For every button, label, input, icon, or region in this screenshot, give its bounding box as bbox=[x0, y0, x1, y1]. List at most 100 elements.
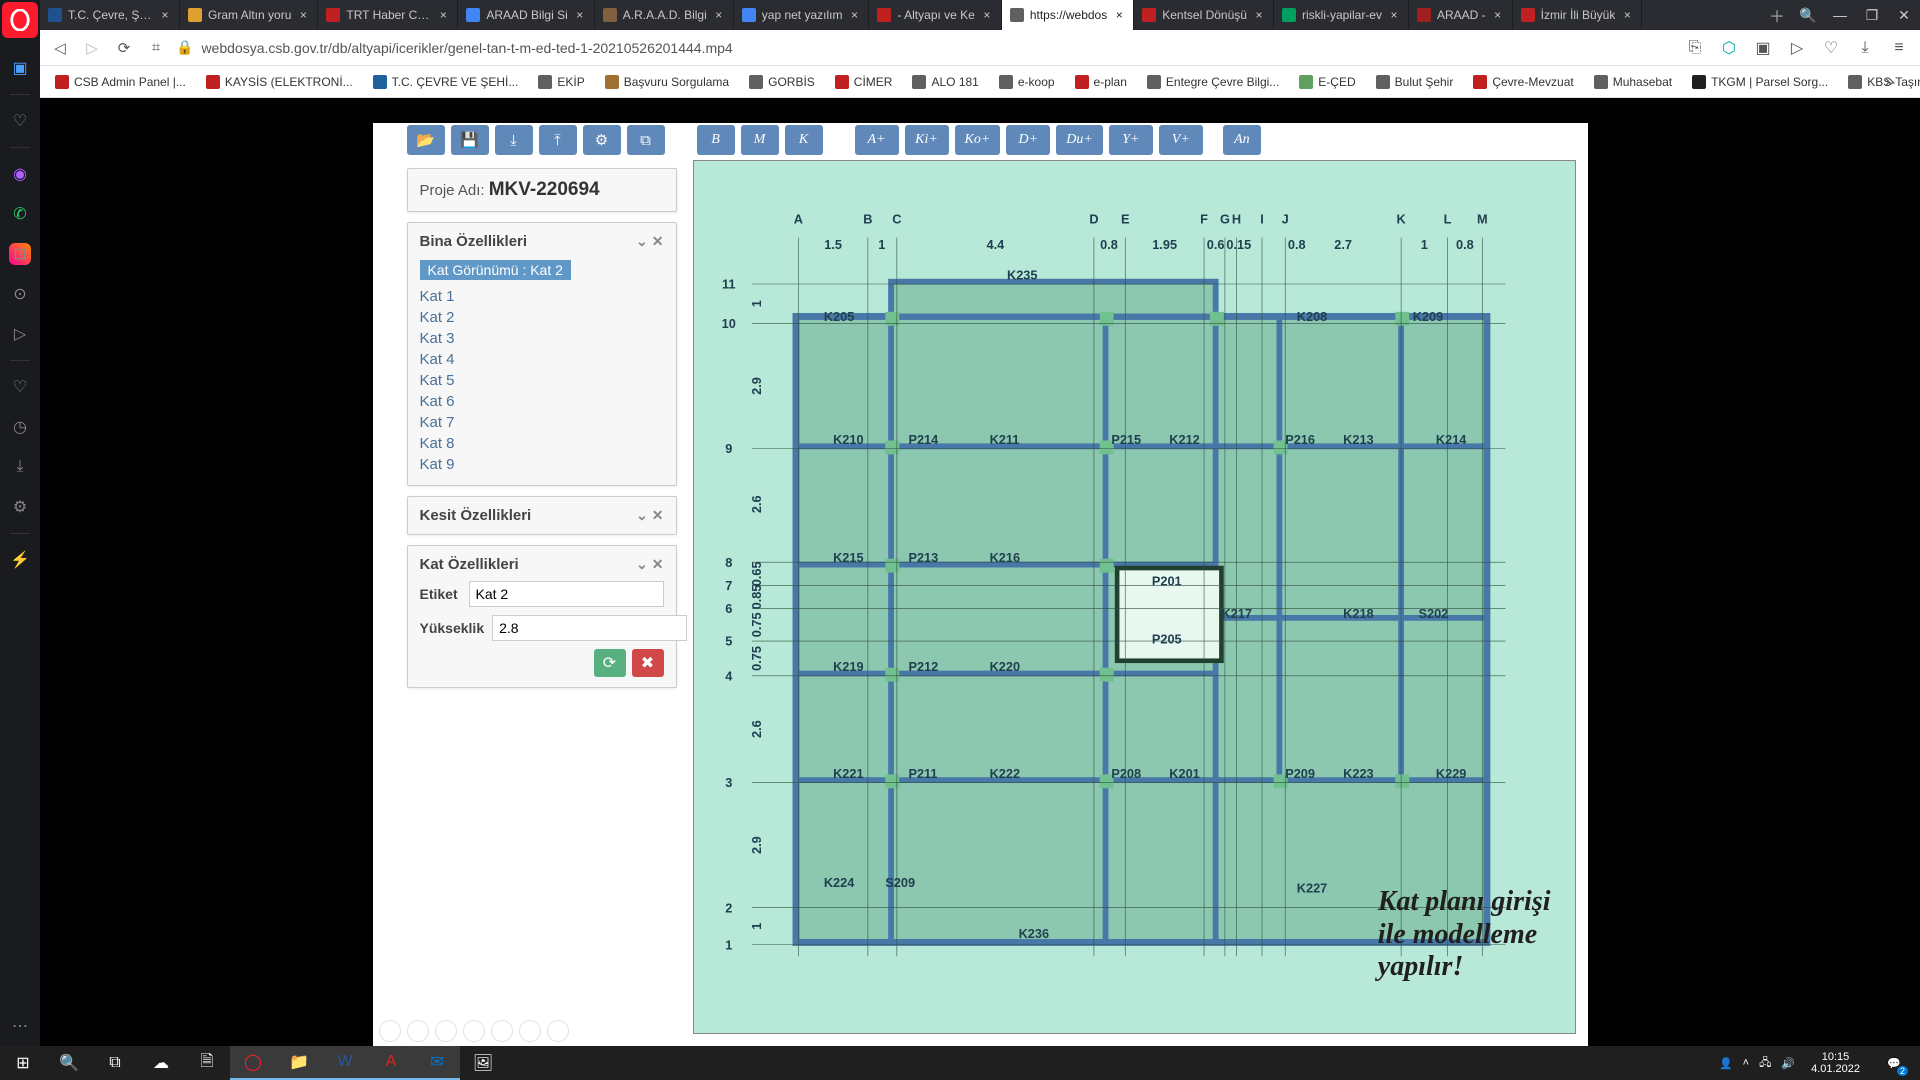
player-icon[interactable]: ⊙ bbox=[0, 274, 40, 314]
tool-button[interactable]: D+ bbox=[1006, 125, 1050, 155]
word-taskbar-icon[interactable]: W bbox=[322, 1046, 368, 1080]
browser-tab[interactable]: Gram Altın yoru× bbox=[180, 0, 318, 30]
bookmark-item[interactable]: e-plan bbox=[1068, 72, 1134, 92]
close-tab-icon[interactable]: × bbox=[1492, 9, 1504, 21]
pinboards-icon[interactable]: ♡ bbox=[0, 367, 40, 407]
open-icon[interactable]: 📂 bbox=[407, 125, 445, 155]
etiket-input[interactable] bbox=[469, 581, 664, 607]
bookmark-item[interactable]: KAYSİS (ELEKTRONİ... bbox=[199, 72, 360, 92]
yukseklik-input[interactable] bbox=[492, 615, 687, 641]
heart-icon[interactable]: ♡ bbox=[1818, 35, 1844, 61]
bookmark-item[interactable]: T.C. ÇEVRE VE ŞEHİ... bbox=[366, 72, 526, 92]
video-controls[interactable] bbox=[379, 1020, 569, 1042]
floor-item[interactable]: Kat 9 bbox=[420, 454, 664, 475]
minimize-button[interactable]: — bbox=[1824, 0, 1856, 30]
browser-tab[interactable]: İzmir İli Büyük× bbox=[1513, 0, 1643, 30]
messenger-icon[interactable]: ◉ bbox=[0, 154, 40, 194]
maximize-button[interactable]: ❐ bbox=[1856, 0, 1888, 30]
bookmark-item[interactable]: TKGM | Parsel Sorg... bbox=[1685, 72, 1835, 92]
bookmark-item[interactable]: CİMER bbox=[828, 72, 900, 92]
bookmarks-overflow-icon[interactable]: » bbox=[1885, 66, 1894, 98]
flow-icon[interactable]: ▷ bbox=[0, 314, 40, 354]
reload-button[interactable]: ⟳ bbox=[112, 36, 136, 60]
close-tab-icon[interactable]: × bbox=[1621, 9, 1633, 21]
bookmark-item[interactable]: Entegre Çevre Bilgi... bbox=[1140, 72, 1286, 92]
close-tab-icon[interactable]: × bbox=[1253, 9, 1265, 21]
close-tab-icon[interactable]: × bbox=[574, 9, 586, 21]
search-tabs-icon[interactable]: 🔍 bbox=[1792, 0, 1824, 30]
fileexplorer-taskbar-icon[interactable]: 📁 bbox=[276, 1046, 322, 1080]
easysetup-icon[interactable]: ≡ bbox=[1886, 35, 1912, 61]
forward-button[interactable]: ▷ bbox=[80, 36, 104, 60]
browser-tab[interactable]: TRT Haber Canlı× bbox=[318, 0, 458, 30]
bookmark-item[interactable]: E-ÇED bbox=[1292, 72, 1362, 92]
outlook-taskbar-icon[interactable]: ✉ bbox=[414, 1046, 460, 1080]
browser-tab[interactable]: T.C. Çevre, Şehi× bbox=[40, 0, 180, 30]
tool-button[interactable]: B bbox=[697, 125, 735, 155]
tool-button[interactable]: A+ bbox=[855, 125, 899, 155]
downloads-icon[interactable]: ⤓ bbox=[0, 447, 40, 487]
copy-icon[interactable]: ⧉ bbox=[627, 125, 665, 155]
clock[interactable]: 10:15 4.01.2022 bbox=[1805, 1051, 1866, 1075]
bookmark-item[interactable]: Çevre-Mevzuat bbox=[1466, 72, 1580, 92]
search-button[interactable]: 🔍 bbox=[46, 1046, 92, 1080]
tool-button[interactable]: Ko+ bbox=[955, 125, 1001, 155]
bookmark-item[interactable]: Muhasebat bbox=[1587, 72, 1679, 92]
apply-button[interactable]: ⟳ bbox=[594, 649, 626, 677]
explorer-icon[interactable]: 🗎 bbox=[184, 1046, 230, 1080]
browser-tab[interactable]: Kentsel Dönüşü× bbox=[1134, 0, 1274, 30]
close-tab-icon[interactable]: × bbox=[159, 9, 171, 21]
close-tab-icon[interactable]: × bbox=[1388, 9, 1400, 21]
personal-news-icon[interactable]: ⚡ bbox=[0, 540, 40, 580]
download-icon[interactable]: ⤓ bbox=[495, 125, 533, 155]
settings-icon[interactable]: ⚙ bbox=[0, 487, 40, 527]
browser-tab[interactable]: - Altyapı ve Ke× bbox=[869, 0, 1001, 30]
save-icon[interactable]: 💾 bbox=[451, 125, 489, 155]
browser-tab[interactable]: A.R.A.A.D. Bilgi× bbox=[595, 0, 734, 30]
more-icon[interactable]: ⋯ bbox=[0, 1006, 40, 1046]
browser-tab[interactable]: ARAAD -× bbox=[1409, 0, 1513, 30]
share-icon[interactable]: ▷ bbox=[1784, 35, 1810, 61]
bookmark-item[interactable]: GORBİS bbox=[742, 72, 822, 92]
tray-chevron-icon[interactable]: ˄ bbox=[1743, 1057, 1749, 1069]
floor-item[interactable]: Kat 4 bbox=[420, 349, 664, 370]
close-tab-icon[interactable]: × bbox=[1113, 9, 1125, 21]
close-icon[interactable]: ✕ bbox=[652, 233, 664, 250]
back-button[interactable]: ◁ bbox=[48, 36, 72, 60]
bookmark-item[interactable]: CSB Admin Panel |... bbox=[48, 72, 193, 92]
floor-item[interactable]: Kat 7 bbox=[420, 412, 664, 433]
floor-item[interactable]: Kat 8 bbox=[420, 433, 664, 454]
browser-tab[interactable]: ARAAD Bilgi Si× bbox=[458, 0, 594, 30]
bookmark-item[interactable]: KBS-Taşınır Kayıt ve... bbox=[1841, 72, 1920, 92]
chevron-down-icon[interactable]: ⌄ bbox=[636, 507, 648, 524]
workspaces-icon[interactable]: ⌗ bbox=[144, 36, 168, 60]
floor-item[interactable]: Kat 1 bbox=[420, 286, 664, 307]
browser-tab[interactable]: riskli-yapilar-ev× bbox=[1274, 0, 1409, 30]
upload-icon[interactable]: ⤒ bbox=[539, 125, 577, 155]
tool-button[interactable]: K bbox=[785, 125, 823, 155]
tool-button[interactable]: V+ bbox=[1159, 125, 1203, 155]
close-tab-icon[interactable]: × bbox=[437, 9, 449, 21]
opera-taskbar-icon[interactable]: ◯ bbox=[230, 1046, 276, 1080]
plan-canvas[interactable]: ABCDEFGHIJKLM1.514.40.81.950.60.150.82.7… bbox=[693, 160, 1576, 1034]
url-field[interactable]: 🔒 webdosya.csb.gov.tr/db/altyapi/icerikl… bbox=[176, 39, 1674, 56]
bookmark-item[interactable]: EKİP bbox=[531, 72, 591, 92]
tool-button[interactable]: M bbox=[741, 125, 779, 155]
tool-button[interactable]: Du+ bbox=[1056, 125, 1103, 155]
bookmark-item[interactable]: Başvuru Sorgulama bbox=[598, 72, 736, 92]
close-icon[interactable]: ✕ bbox=[652, 556, 664, 573]
close-icon[interactable]: ✕ bbox=[652, 507, 664, 524]
chevron-down-icon[interactable]: ⌄ bbox=[636, 556, 648, 573]
history-icon[interactable]: ◷ bbox=[0, 407, 40, 447]
bookmarks-icon[interactable]: ♡ bbox=[0, 101, 40, 141]
people-icon[interactable]: 👤 bbox=[1719, 1057, 1733, 1070]
crypto-icon[interactable]: ⬡ bbox=[1716, 35, 1742, 61]
cancel-button[interactable]: ✖ bbox=[632, 649, 664, 677]
tool-button[interactable]: Y+ bbox=[1109, 125, 1153, 155]
download-icon[interactable]: ⤓ bbox=[1852, 35, 1878, 61]
shield-icon[interactable]: ▣ bbox=[1750, 35, 1776, 61]
new-tab-button[interactable]: ＋ bbox=[1762, 0, 1792, 30]
instagram-icon[interactable]: ⊡ bbox=[9, 243, 31, 265]
whatsapp-icon[interactable]: ✆ bbox=[0, 194, 40, 234]
floor-item[interactable]: Kat 5 bbox=[420, 370, 664, 391]
